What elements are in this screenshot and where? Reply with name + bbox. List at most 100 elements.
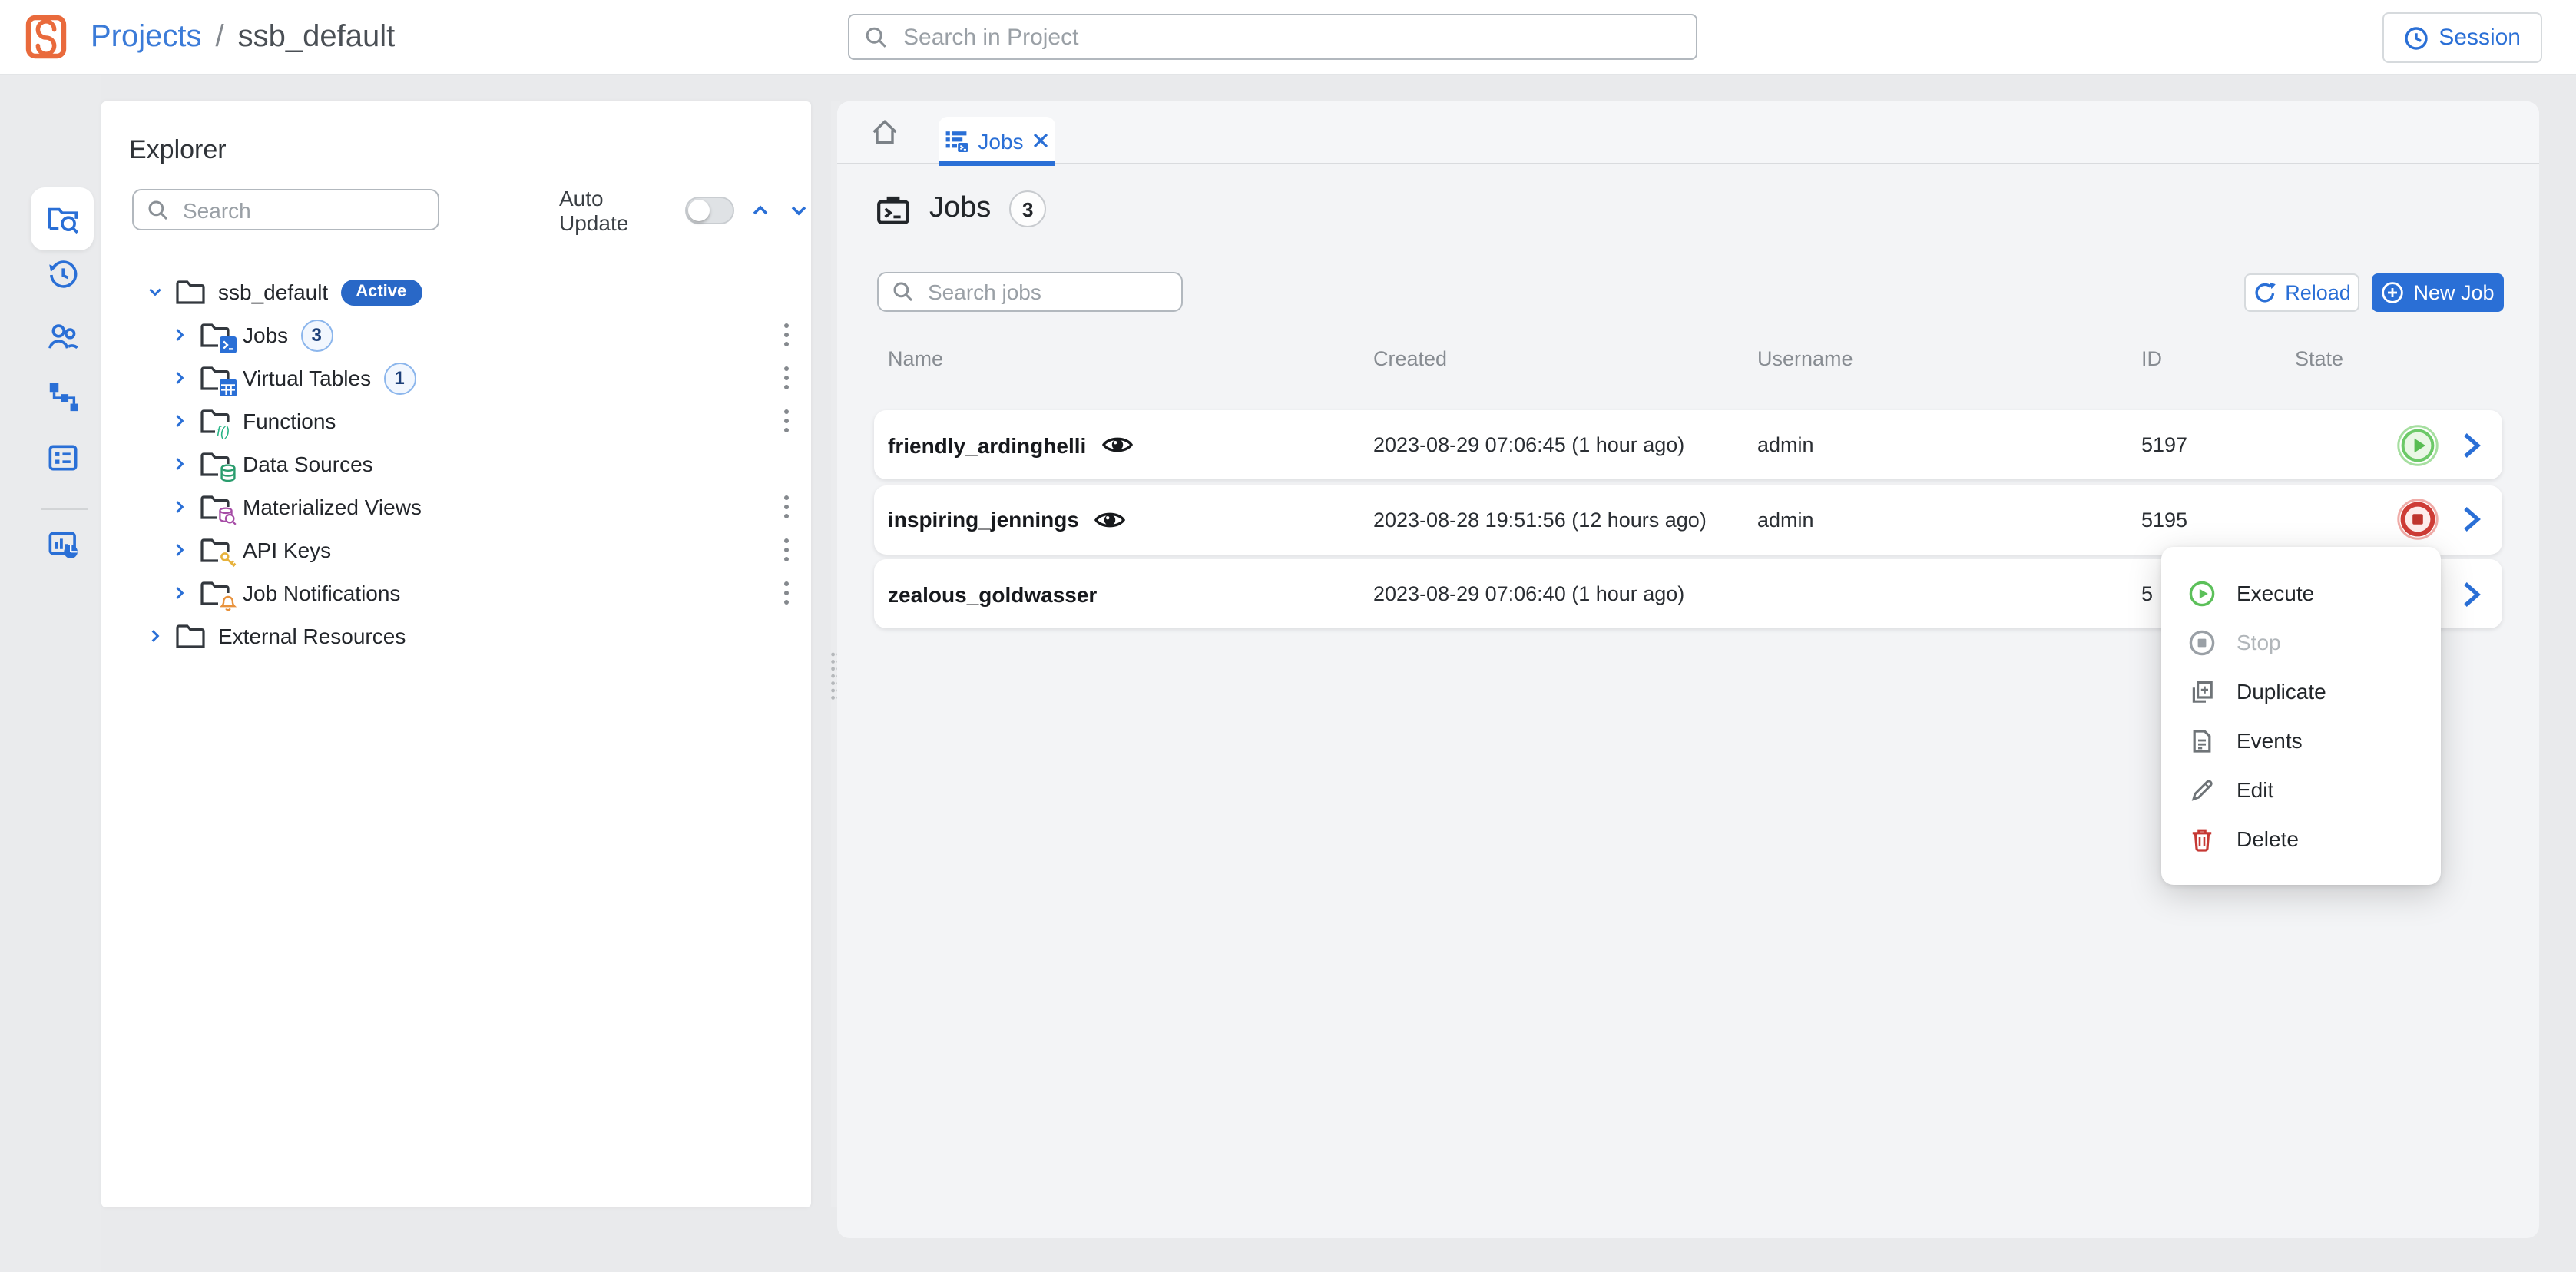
job-created: 2023-08-29 07:06:40 (1 hour ago) bbox=[1373, 559, 1684, 628]
kebab-menu-icon[interactable] bbox=[783, 323, 790, 347]
materialized-views-folder-icon bbox=[200, 494, 230, 520]
breadcrumb-current: ssb_default bbox=[238, 19, 396, 55]
chevron-right-icon[interactable] bbox=[172, 413, 187, 429]
tree-item-data-sources[interactable]: Data Sources bbox=[101, 442, 811, 485]
jobs-folder-icon bbox=[200, 322, 230, 348]
jobs-search-box[interactable] bbox=[877, 272, 1183, 312]
tree-item-virtual-tables[interactable]: Virtual Tables 1 bbox=[101, 356, 811, 399]
jobs-count-badge: 3 bbox=[1009, 190, 1046, 227]
tree-item-label: API Keys bbox=[243, 538, 331, 562]
expand-down-icon[interactable] bbox=[786, 197, 811, 222]
session-button[interactable]: Session bbox=[2382, 12, 2542, 63]
jobs-heading-title: Jobs bbox=[929, 192, 991, 226]
menu-item-stop[interactable]: Stop bbox=[2161, 618, 2441, 667]
chevron-down-icon[interactable] bbox=[147, 284, 163, 300]
explorer-search-input[interactable] bbox=[180, 196, 424, 224]
kebab-menu-icon[interactable] bbox=[783, 495, 790, 519]
chevron-right-icon[interactable] bbox=[147, 628, 163, 644]
breadcrumb-separator: / bbox=[216, 19, 224, 55]
tree-item-label: Data Sources bbox=[243, 452, 373, 476]
rail-item-lineage[interactable] bbox=[37, 370, 89, 422]
menu-item-edit[interactable]: Edit bbox=[2161, 765, 2441, 814]
new-job-button-label: New Job bbox=[2413, 281, 2494, 304]
breadcrumb: Projects / ssb_default bbox=[91, 19, 395, 55]
state-stopped-icon[interactable] bbox=[2396, 498, 2439, 541]
job-row-friendly-ardinghelli[interactable]: friendly_ardinghelli 2023-08-29 07:06:45… bbox=[874, 410, 2502, 479]
row-expand-chevron-icon[interactable] bbox=[2461, 429, 2481, 460]
row-expand-chevron-icon[interactable] bbox=[2461, 504, 2481, 535]
kebab-menu-icon[interactable] bbox=[783, 581, 790, 605]
state-running-icon[interactable] bbox=[2396, 423, 2439, 466]
rail-item-forms[interactable] bbox=[37, 432, 89, 484]
kebab-menu-icon[interactable] bbox=[783, 409, 790, 433]
menu-item-label: Stop bbox=[2237, 630, 2281, 654]
explorer-search-box[interactable] bbox=[132, 189, 439, 230]
column-header-name: Name bbox=[888, 347, 943, 370]
rail-item-history[interactable] bbox=[37, 249, 89, 301]
rail-divider bbox=[41, 508, 88, 510]
folder-icon bbox=[175, 623, 206, 649]
menu-item-label: Execute bbox=[2237, 581, 2314, 605]
chevron-right-icon[interactable] bbox=[172, 456, 187, 472]
explorer-title: Explorer bbox=[129, 135, 227, 166]
eye-sampling-icon[interactable] bbox=[1094, 508, 1127, 531]
explorer-panel: Explorer Auto Update bbox=[101, 101, 811, 1207]
rail-item-users[interactable] bbox=[37, 310, 89, 363]
chevron-right-icon[interactable] bbox=[172, 499, 187, 515]
session-button-label: Session bbox=[2439, 25, 2521, 51]
chevron-right-icon[interactable] bbox=[172, 327, 187, 343]
left-icon-rail bbox=[0, 74, 101, 1272]
trash-icon bbox=[2189, 826, 2215, 852]
column-header-id: ID bbox=[2141, 347, 2162, 370]
auto-update-toggle[interactable] bbox=[685, 196, 734, 224]
jobs-heading: Jobs 3 bbox=[876, 190, 1046, 227]
tab-jobs[interactable]: Jobs bbox=[939, 117, 1055, 164]
tree-item-label: Jobs bbox=[243, 323, 288, 347]
chevron-right-icon[interactable] bbox=[172, 585, 187, 601]
menu-item-delete[interactable]: Delete bbox=[2161, 814, 2441, 863]
collapse-up-icon[interactable] bbox=[748, 197, 773, 222]
search-icon bbox=[147, 199, 169, 220]
row-expand-chevron-icon[interactable] bbox=[2461, 578, 2481, 609]
data-sources-folder-icon bbox=[200, 451, 230, 477]
tree-item-materialized-views[interactable]: Materialized Views bbox=[101, 485, 811, 528]
tree-item-job-notifications[interactable]: Job Notifications bbox=[101, 571, 811, 614]
chevron-right-icon[interactable] bbox=[172, 370, 187, 386]
tree-item-functions[interactable]: f() Functions bbox=[101, 399, 811, 442]
chevron-right-icon[interactable] bbox=[172, 542, 187, 558]
rail-item-monitoring[interactable] bbox=[37, 519, 89, 571]
eye-sampling-icon[interactable] bbox=[1101, 433, 1134, 456]
app-root: Projects / ssb_default Session bbox=[0, 0, 2576, 1272]
ssb-logo-icon[interactable] bbox=[23, 14, 69, 60]
project-search-input[interactable] bbox=[900, 22, 1680, 51]
new-job-button[interactable]: New Job bbox=[2372, 273, 2504, 312]
tree-item-api-keys[interactable]: API Keys bbox=[101, 528, 811, 571]
jobs-search-input[interactable] bbox=[925, 278, 1167, 306]
job-id: 5195 bbox=[2141, 485, 2187, 554]
project-search-box[interactable] bbox=[848, 14, 1697, 60]
tree-item-jobs[interactable]: Jobs 3 bbox=[101, 313, 811, 356]
breadcrumb-projects-link[interactable]: Projects bbox=[91, 19, 202, 55]
jobs-tab-icon bbox=[944, 128, 968, 153]
kebab-menu-icon[interactable] bbox=[783, 366, 790, 390]
reload-icon bbox=[2253, 281, 2276, 304]
menu-item-events[interactable]: Events bbox=[2161, 716, 2441, 765]
home-tab-icon[interactable] bbox=[869, 117, 900, 147]
duplicate-icon bbox=[2189, 678, 2215, 704]
tree-item-external-resources[interactable]: External Resources bbox=[101, 614, 811, 658]
virtual-tables-folder-icon bbox=[200, 365, 230, 391]
menu-item-duplicate[interactable]: Duplicate bbox=[2161, 667, 2441, 716]
functions-folder-icon: f() bbox=[200, 408, 230, 434]
jobs-heading-icon bbox=[876, 191, 911, 227]
tree-item-ssb-default[interactable]: ssb_default Active bbox=[101, 270, 811, 313]
svg-text:f(): f() bbox=[216, 424, 229, 439]
kebab-menu-icon[interactable] bbox=[783, 538, 790, 562]
job-username: admin bbox=[1757, 485, 1814, 554]
reload-button[interactable]: Reload bbox=[2244, 273, 2359, 312]
job-row-inspiring-jennings[interactable]: inspiring_jennings 2023-08-28 19:51:56 (… bbox=[874, 485, 2502, 554]
tab-close-icon[interactable] bbox=[1033, 132, 1050, 149]
rail-item-explorer[interactable] bbox=[31, 187, 94, 250]
job-name: inspiring_jennings bbox=[888, 507, 1079, 532]
menu-item-execute[interactable]: Execute bbox=[2161, 568, 2441, 618]
search-icon bbox=[865, 25, 888, 48]
